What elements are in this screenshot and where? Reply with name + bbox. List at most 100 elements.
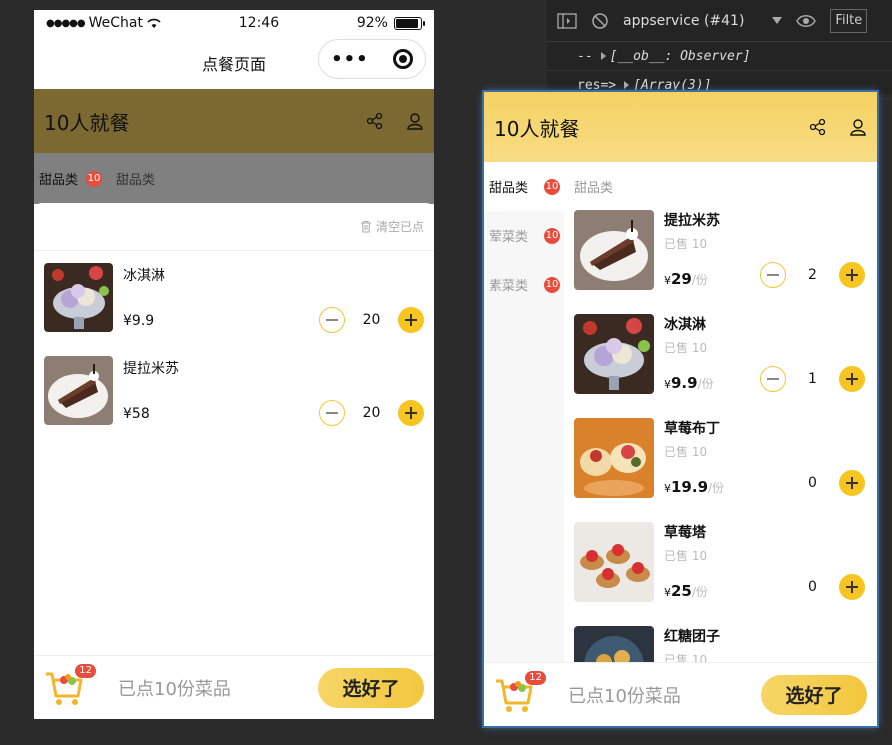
clear-cart-button[interactable]: 清空已点 [376, 218, 424, 235]
currency: ¥ [664, 586, 671, 599]
cart-popup-header: 清空已点 [34, 203, 434, 251]
food-price: ¥19.9/份 [664, 478, 724, 496]
category-tab-meat[interactable]: 荤菜类 10 [484, 211, 564, 260]
ice-cream-image [44, 263, 113, 332]
log-prefix: res=> [577, 77, 617, 93]
increase-button[interactable] [839, 470, 865, 496]
right-phone-simulator: 10人就餐 甜品类 10 荤菜类 10 素菜类 10 甜品类 提拉米苏 已售 1… [484, 92, 877, 726]
dropdown-arrow-icon [772, 17, 783, 24]
dimmed-header: 10人就餐 [34, 89, 434, 153]
ordered-summary: 已点10份菜品 [118, 678, 231, 700]
quantity-value: 2 [808, 267, 817, 283]
minus-icon [767, 274, 779, 276]
share-icon[interactable] [809, 118, 827, 136]
close-miniprogram-button[interactable] [392, 49, 413, 69]
cart-item-name: 提拉米苏 [123, 361, 179, 377]
decrease-button[interactable] [760, 366, 786, 392]
log-value[interactable]: [__ob__: Observer] [610, 49, 751, 64]
food-sold: 已售 10 [664, 549, 708, 563]
food-sold: 已售 10 [664, 653, 708, 662]
decrease-button[interactable] [760, 262, 786, 288]
quantity-stepper: 20 [319, 400, 424, 426]
currency: ¥ [664, 274, 671, 287]
category-badge: 10 [544, 227, 560, 244]
food-list: 甜品类 提拉米苏 已售 10 ¥29/份 2 冰淇淋 已售 10 ¥9.9/份 … [564, 162, 877, 662]
category-tab-dessert[interactable]: 甜品类 10 [484, 162, 564, 211]
log-prefix: -- [577, 48, 593, 64]
price-unit: /份 [691, 585, 708, 599]
miniprogram-capsule: ••• [318, 39, 426, 79]
more-menu-button[interactable]: ••• [331, 49, 369, 70]
page-title: 点餐页面 [201, 54, 266, 74]
cart-count-badge: 12 [525, 670, 546, 685]
category-tab-vegetable[interactable]: 素菜类 10 [484, 260, 564, 309]
minus-icon [326, 412, 338, 414]
quantity-stepper: 0 [760, 574, 865, 600]
category-badge: 10 [544, 276, 560, 293]
cart-count-badge: 12 [75, 663, 96, 678]
battery-icon [393, 16, 425, 30]
food-item: 冰淇淋 已售 10 ¥9.9/份 1 [564, 314, 877, 418]
clear-console-icon[interactable] [591, 12, 609, 30]
food-price: ¥25/份 [664, 582, 708, 600]
clock: 12:46 [238, 15, 280, 31]
increase-button[interactable] [839, 366, 865, 392]
battery-percent: 92% [356, 15, 388, 31]
category-badge: 10 [544, 178, 560, 195]
cart-item: 提拉米苏 ¥58 20 [34, 344, 434, 437]
food-sold: 已售 10 [664, 445, 708, 459]
eye-icon[interactable] [796, 14, 817, 28]
price-unit: /份 [697, 377, 714, 391]
strawberry-tart-image [574, 522, 654, 602]
decrease-button[interactable] [319, 400, 345, 426]
category-badge: 10 [86, 170, 103, 187]
quantity-stepper: 1 [760, 366, 865, 392]
price-value: 9.9 [671, 374, 698, 392]
context-selector[interactable]: appservice (#41) [623, 13, 783, 29]
cart-item: 冰淇淋 ¥9.9 20 [34, 251, 434, 344]
food-name: 草莓塔 [664, 525, 706, 541]
user-icon[interactable] [849, 118, 867, 136]
food-item: 提拉米苏 已售 10 ¥29/份 2 [564, 210, 877, 314]
ordered-summary: 已点10份菜品 [568, 685, 681, 707]
food-item: 草莓塔 已售 10 ¥25/份 0 [564, 522, 877, 626]
filter-input[interactable]: Filte [830, 8, 868, 33]
minus-icon [326, 319, 338, 321]
price-unit: /份 [708, 481, 725, 495]
cart-item-price: ¥58 [123, 406, 150, 422]
cart-button[interactable]: 12 [494, 670, 546, 715]
increase-button[interactable] [839, 262, 865, 288]
food-item: 红糖团子 已售 10 [564, 626, 877, 662]
user-icon[interactable] [406, 112, 424, 130]
food-sold: 已售 10 [664, 237, 708, 251]
increase-button[interactable] [839, 574, 865, 600]
log-value[interactable]: [Array(3)] [633, 78, 711, 93]
trash-icon[interactable] [360, 220, 372, 233]
quantity-stepper: 2 [760, 262, 865, 288]
category-label: 荤菜类 [489, 230, 529, 245]
signal-icon: ●●●●● [46, 17, 86, 29]
expand-arrow-icon[interactable] [600, 52, 606, 60]
expand-arrow-icon[interactable] [624, 81, 630, 89]
minus-icon [767, 378, 779, 380]
console-log-line: -- [__ob__: Observer] [547, 42, 892, 71]
ice-cream-image [574, 314, 654, 394]
increase-button[interactable] [398, 400, 424, 426]
increase-button[interactable] [398, 307, 424, 333]
cart-button[interactable]: 12 [44, 663, 96, 708]
dimmed-category-row: 甜品类 10 甜品类 [34, 153, 434, 204]
decrease-button[interactable] [319, 307, 345, 333]
share-icon[interactable] [366, 112, 384, 130]
category-label: 甜品类 [489, 181, 529, 196]
category-label: 甜品类 [39, 173, 79, 188]
sidebar-toggle-icon[interactable] [557, 12, 577, 29]
header-title: 10人就餐 [44, 110, 130, 135]
carrier-label: WeChat [88, 15, 143, 31]
decrease-placeholder [760, 470, 786, 496]
food-name: 提拉米苏 [664, 213, 720, 229]
cart-item-price: ¥9.9 [123, 313, 155, 329]
strawberry-pudding-image [574, 418, 654, 498]
done-button[interactable]: 选好了 [318, 667, 424, 708]
currency: ¥ [664, 482, 671, 495]
done-button[interactable]: 选好了 [761, 674, 867, 715]
